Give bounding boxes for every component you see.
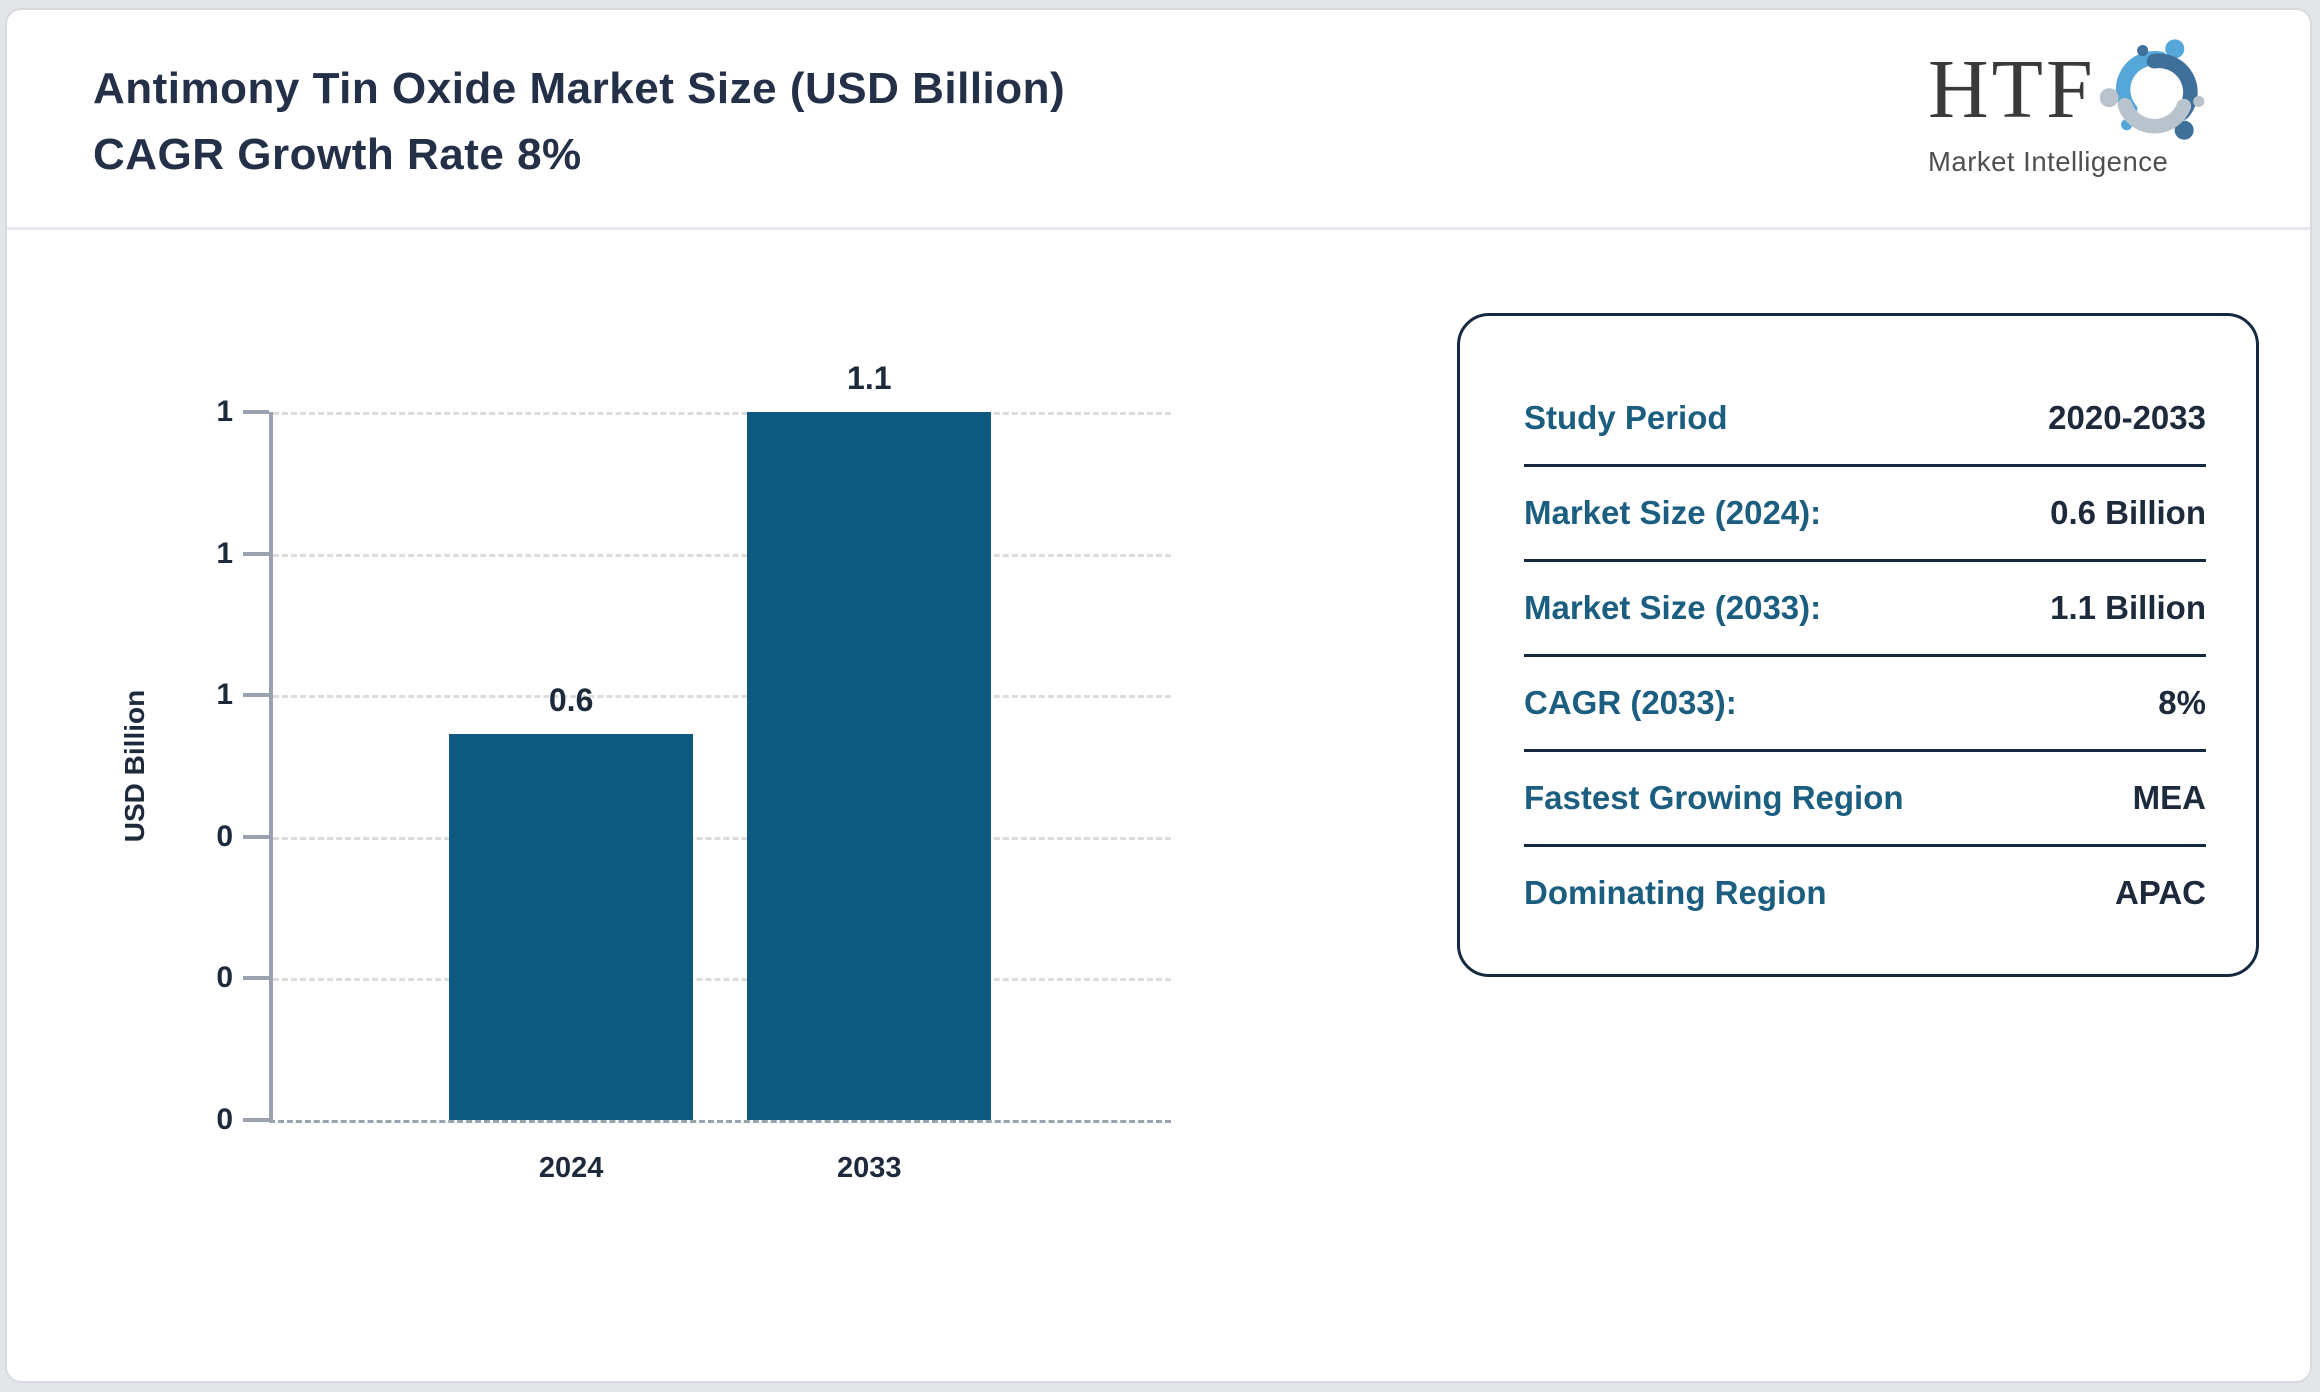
y-axis-tick-label: 0 [216, 819, 233, 853]
summary-row-value: 2020-2033 [2048, 399, 2206, 436]
summary-row-value: MEA [2132, 779, 2206, 816]
y-axis-tick-label: 1 [216, 678, 233, 712]
htf-logo-text: HTF [1928, 43, 2096, 136]
summary-row: CAGR (2033): 8% [1524, 657, 2206, 752]
bar-value-label: 1.1 [847, 360, 892, 396]
summary-row-value: 1.1 Billion [2050, 589, 2206, 626]
y-axis-tick-label: 1 [216, 536, 233, 570]
y-axis-title: USD Billion [119, 689, 150, 843]
header: Antimony Tin Oxide Market Size (USD Bill… [7, 10, 2310, 230]
summary-row-label: Study Period [1524, 399, 1728, 436]
y-axis-tick-label: 0 [216, 1103, 233, 1136]
summary-row-label: Fastest Growing Region [1524, 779, 1904, 816]
bar-value-label: 0.6 [548, 681, 594, 718]
summary-row: Dominating Region APAC [1524, 847, 2206, 939]
report-page: Antimony Tin Oxide Market Size (USD Bill… [5, 8, 2312, 1383]
y-axis-tick-label: 0 [216, 961, 233, 995]
summary-row: Market Size (2033): 1.1 Billion [1524, 562, 2206, 657]
y-axis-tick [243, 1118, 269, 1122]
y-axis-tick-label: 1 [216, 395, 233, 428]
x-axis-label: 2033 [837, 1152, 902, 1184]
page-title-line1: Antimony Tin Oxide Market Size (USD Bill… [93, 64, 1066, 113]
summary-row-value: 8% [2158, 684, 2206, 721]
htf-logo-row: HTF [1928, 34, 2258, 146]
summary-row: Market Size (2024): 0.6 Billion [1524, 467, 2206, 562]
summary-row-value: 0.6 Billion [2050, 494, 2206, 531]
htf-swirl-icon [2099, 39, 2205, 140]
summary-row-label: Market Size (2024): [1524, 494, 1822, 531]
htf-logo: HTF Market Intelligence [1928, 34, 2258, 178]
summary-row: Study Period 2020-2033 [1524, 372, 2206, 467]
y-axis-tick [243, 693, 269, 698]
gridline [273, 836, 1171, 840]
y-axis-tick [243, 834, 269, 839]
y-axis-tick [243, 410, 269, 414]
page-title-line2: CAGR Growth Rate 8% [93, 130, 582, 179]
bar-chart-plot-area: USD Billion 0 0 0 1 1 1 0.6 2024 1.1 2033 [119, 360, 1171, 1184]
gridline [273, 412, 1171, 415]
gridline [273, 553, 1171, 557]
page-title: Antimony Tin Oxide Market Size (USD Bill… [93, 56, 1065, 188]
summary-row-label: CAGR (2033): [1524, 684, 1737, 721]
htf-logo-subtext: Market Intelligence [1928, 146, 2169, 177]
y-axis-tick [243, 976, 269, 981]
gridline [273, 695, 1171, 699]
bar-2024: 0.6 [449, 682, 694, 1120]
summary-row-label: Dominating Region [1524, 874, 1827, 911]
y-axis-tick [243, 551, 269, 556]
x-axis-label: 2024 [538, 1152, 604, 1184]
summary-row-value: APAC [2114, 874, 2206, 911]
bar-2033: 1.1 [747, 360, 992, 1120]
summary-row-label: Market Size (2033): [1524, 589, 1822, 626]
market-summary-card: Study Period 2020-2033 Market Size (2024):… [1457, 313, 2259, 977]
gridline [273, 978, 1171, 982]
summary-row: Fastest Growing Region MEA [1524, 752, 2206, 847]
